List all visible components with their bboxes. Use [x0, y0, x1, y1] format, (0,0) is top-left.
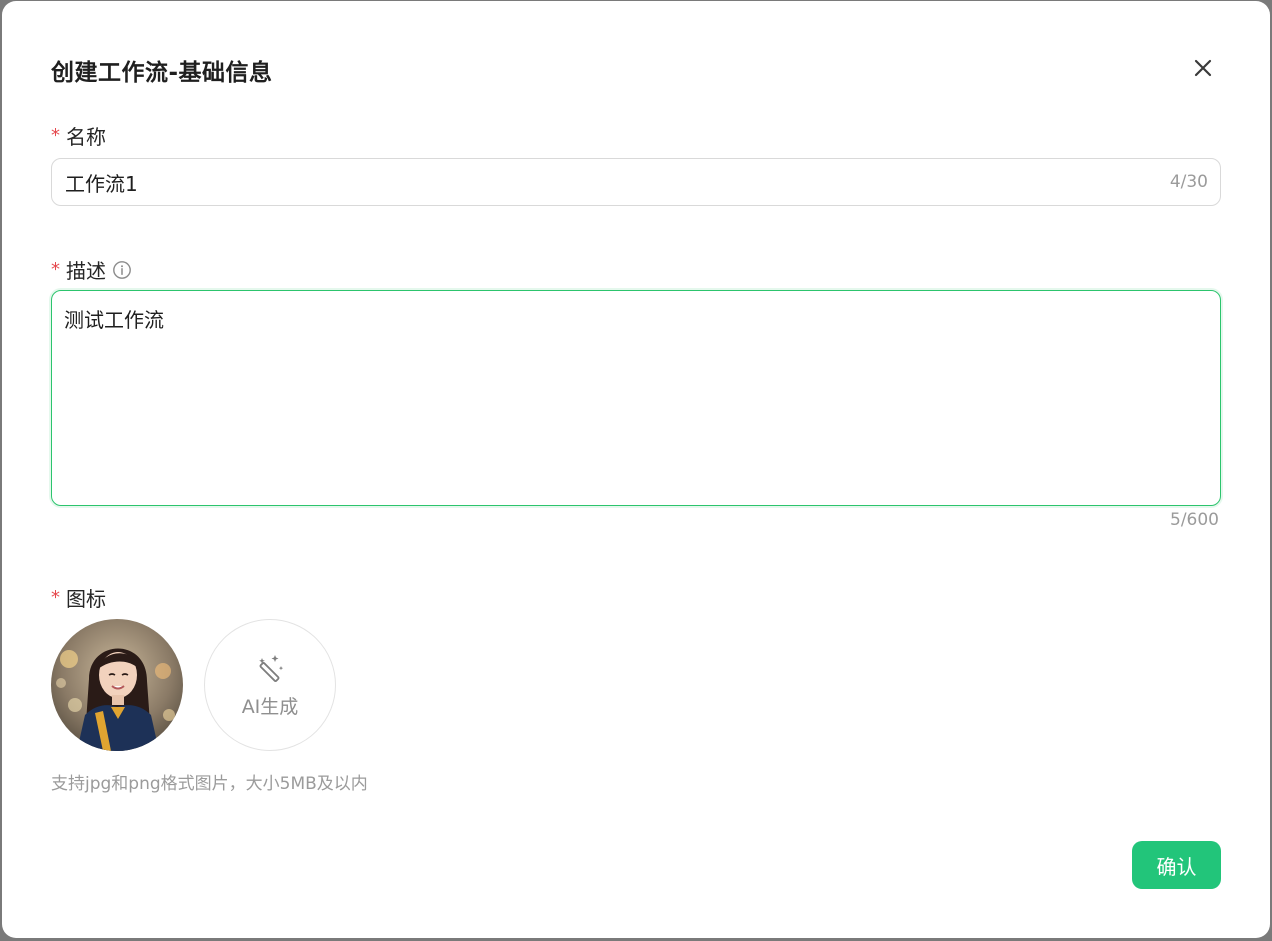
avatar-image[interactable]	[51, 619, 183, 751]
close-icon	[1194, 59, 1212, 77]
ai-generate-label: AI生成	[241, 695, 299, 718]
name-label-row: * 名称	[51, 121, 106, 150]
close-button[interactable]	[1188, 53, 1218, 83]
dialog-title: 创建工作流-基础信息	[51, 60, 273, 86]
icon-label: 图标	[66, 587, 106, 611]
description-label: 描述	[66, 259, 106, 283]
required-mark: *	[51, 125, 60, 146]
required-mark: *	[51, 587, 60, 608]
ai-generate-button[interactable]: AI生成	[204, 619, 336, 751]
name-char-counter: 4/30	[1169, 172, 1208, 192]
name-input[interactable]: 工作流1 4/30	[51, 158, 1221, 206]
description-label-row: * 描述	[51, 255, 132, 284]
magic-wand-icon	[259, 654, 284, 682]
create-workflow-dialog: 创建工作流-基础信息 * 名称 工作流1 4/30 * 描述 测试工作流 5/6…	[2, 1, 1270, 938]
description-char-counter: 5/600	[1170, 510, 1219, 530]
icon-label-row: * 图标	[51, 583, 106, 612]
required-mark: *	[51, 259, 60, 280]
confirm-button[interactable]: 确认	[1132, 841, 1221, 889]
icon-upload-hint: 支持jpg和png格式图片，大小5MB及以内	[51, 774, 368, 794]
description-textarea[interactable]: 测试工作流	[51, 290, 1221, 506]
name-label: 名称	[66, 125, 106, 149]
avatar-portrait	[51, 619, 183, 751]
info-icon[interactable]	[112, 260, 132, 280]
name-input-value[interactable]: 工作流1	[65, 168, 1170, 197]
